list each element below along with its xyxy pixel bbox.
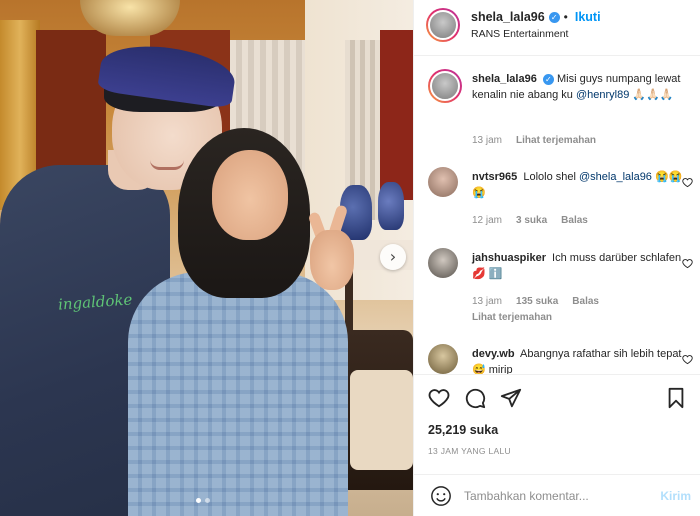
comment-username[interactable]: jahshuaspiker xyxy=(472,252,546,264)
background-panel xyxy=(380,30,413,200)
carousel-dot-active xyxy=(196,498,201,503)
carousel-dot xyxy=(205,498,210,503)
heart-icon[interactable] xyxy=(428,387,450,409)
follow-button[interactable]: Ikuti xyxy=(575,10,601,24)
caption-username[interactable]: shela_lala96 xyxy=(472,73,537,85)
chevron-right-icon: › xyxy=(389,247,397,266)
send-icon[interactable] xyxy=(500,387,522,409)
comment-text: Lololo shel xyxy=(523,171,579,183)
post-caption: shela_lala96 ✓ Misi guys numpang lewat k… xyxy=(428,69,693,149)
comment-mention[interactable]: @shela_lala96 xyxy=(579,171,652,183)
peace-sign-hand xyxy=(310,230,354,290)
verified-badge-icon: ✓ xyxy=(542,74,554,85)
comment-username[interactable]: nvtsr965 xyxy=(472,171,517,183)
carousel-dots xyxy=(196,498,210,503)
comment-meta: 13 jam 135 suka Balas xyxy=(472,296,599,307)
action-bar xyxy=(414,374,700,416)
author-avatar[interactable] xyxy=(426,8,460,42)
vase xyxy=(378,182,404,230)
smiley-icon[interactable] xyxy=(430,485,452,507)
comment-input[interactable]: Tambahkan komentar... xyxy=(464,489,589,503)
post-header: shela_lala96 ✓ • Ikuti RANS Entertainmen… xyxy=(414,0,700,56)
comment-time[interactable]: 13 jam xyxy=(472,296,502,307)
next-slide-button[interactable]: › xyxy=(380,244,406,270)
heart-icon[interactable] xyxy=(682,256,693,269)
woman-face xyxy=(212,150,288,240)
comments-list[interactable]: shela_lala96 ✓ Misi guys numpang lewat k… xyxy=(414,57,700,374)
post-details-pane: shela_lala96 ✓ • Ikuti RANS Entertainmen… xyxy=(413,0,700,516)
see-translation-link[interactable]: Lihat terjemahan xyxy=(472,312,552,323)
comment-likes[interactable]: 135 suka xyxy=(516,296,558,307)
post-timestamp[interactable]: 13 JAM YANG LALU xyxy=(428,446,511,456)
post-photo[interactable]: ingaldoke › xyxy=(0,0,413,516)
comment-icon[interactable] xyxy=(464,387,486,409)
author-username[interactable]: shela_lala96 xyxy=(471,10,545,24)
caption-emoji: 🙏🏻🙏🏻🙏🏻 xyxy=(629,89,674,101)
comment-avatar[interactable] xyxy=(428,344,458,374)
comment-text-block: jahshuaspiker Ich muss darüber schlafen … xyxy=(472,250,687,282)
comment-username[interactable]: devy.wb xyxy=(472,348,515,360)
man-smile xyxy=(150,160,184,170)
bookmark-icon[interactable] xyxy=(665,387,687,409)
comment-text-block: nvtsr965 Lololo shel @shela_lala96 😭😭😭 xyxy=(472,169,687,201)
see-translation-link[interactable]: Lihat terjemahan xyxy=(516,135,596,146)
comment-item: jahshuaspiker Ich muss darüber schlafen … xyxy=(428,248,693,328)
post-location[interactable]: RANS Entertainment xyxy=(471,28,568,40)
caption-time[interactable]: 13 jam xyxy=(472,135,502,146)
comment-meta: 12 jam 3 suka Balas xyxy=(472,215,588,226)
likes-count[interactable]: 25,219 suka xyxy=(428,423,498,437)
caption-mention[interactable]: @henryl89 xyxy=(576,89,629,101)
reply-button[interactable]: Balas xyxy=(561,215,588,226)
reply-button[interactable]: Balas xyxy=(572,296,599,307)
caption-avatar[interactable] xyxy=(428,69,462,103)
add-comment-bar: Tambahkan komentar... Kirim xyxy=(414,474,700,516)
caption-text-block: shela_lala96 ✓ Misi guys numpang lewat k… xyxy=(472,71,687,103)
comment-time[interactable]: 12 jam xyxy=(472,215,502,226)
caption-meta: 13 jam Lihat terjemahan xyxy=(472,135,596,146)
chair-seat xyxy=(350,370,413,470)
post-comment-button[interactable]: Kirim xyxy=(660,489,691,503)
comment-item: nvtsr965 Lololo shel @shela_lala96 😭😭😭 1… xyxy=(428,167,693,237)
author-row: shela_lala96 ✓ • Ikuti xyxy=(471,10,601,24)
heart-icon[interactable] xyxy=(682,175,693,188)
shirt-print: ingaldoke xyxy=(57,290,133,314)
comment-avatar[interactable] xyxy=(428,248,458,278)
separator-dot: • xyxy=(563,10,568,24)
comment-text-block: devy.wb Abangnya rafathar sih lebih tepa… xyxy=(472,346,687,374)
comment-avatar[interactable] xyxy=(428,167,458,197)
verified-badge-icon: ✓ xyxy=(548,11,560,23)
comment-likes[interactable]: 3 suka xyxy=(516,215,547,226)
heart-icon[interactable] xyxy=(682,352,693,365)
comment-item: devy.wb Abangnya rafathar sih lebih tepa… xyxy=(428,344,693,374)
woman-shirt xyxy=(128,272,348,516)
